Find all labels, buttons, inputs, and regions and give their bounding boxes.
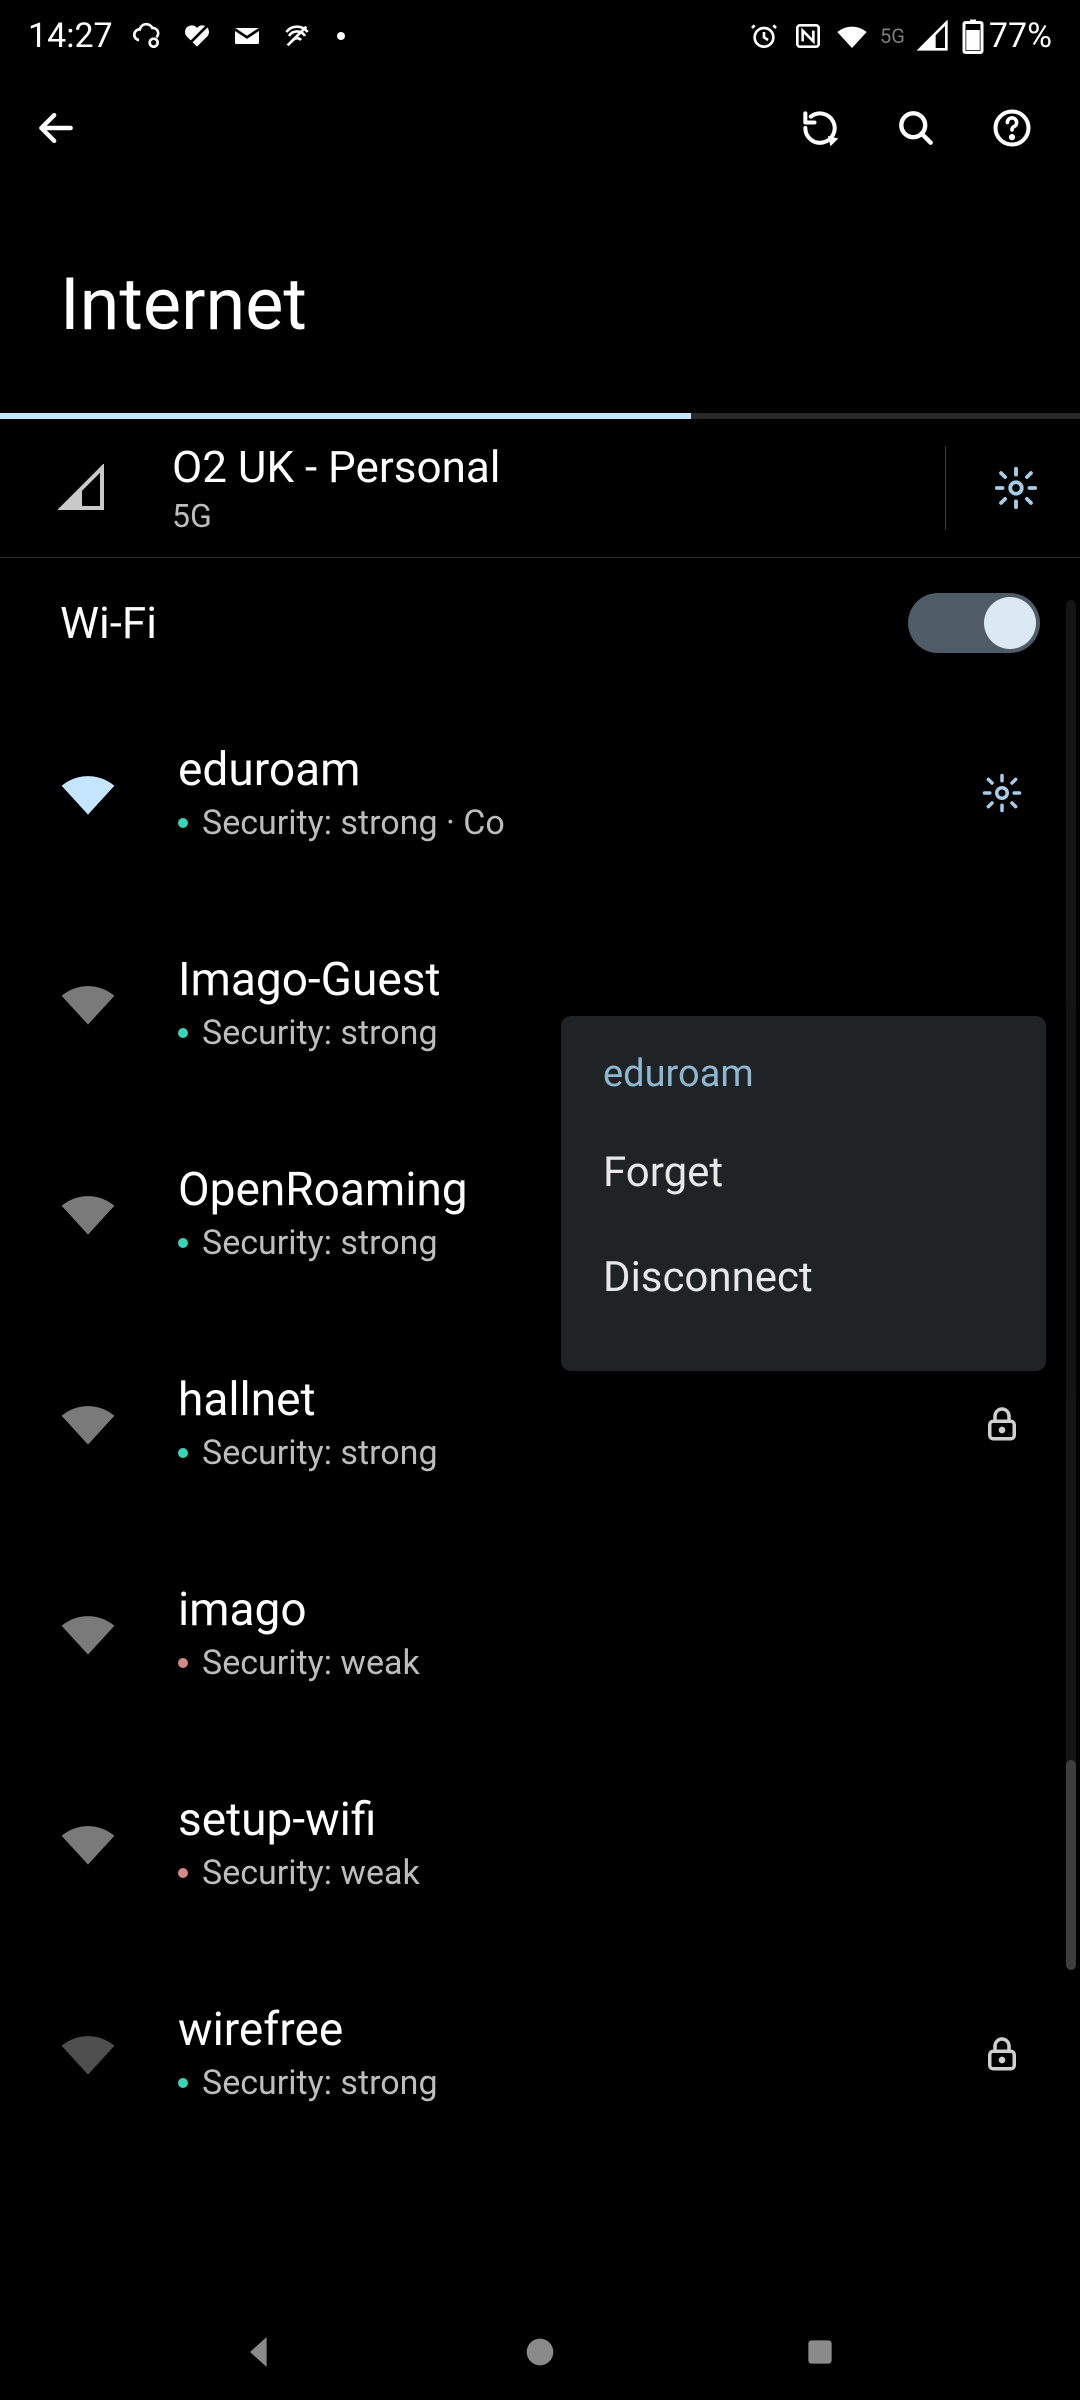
carrier-name: O2 UK - Personal [172,441,945,493]
carrier-subtype: 5G [172,497,945,535]
diagnose-button[interactable] [772,92,868,164]
lock-icon [968,2032,1036,2074]
mail-notification-icon [231,20,263,52]
network-subtitle: Security: strong [178,2063,968,2103]
wifi-signal-icon [52,1819,124,1867]
network-5g-label: 5G [880,24,905,48]
network-ssid: imago [178,1583,968,1637]
wifi-signal-icon [52,769,124,817]
heart-icon [181,20,213,52]
back-button[interactable] [20,92,92,164]
network-subtitle: Security: strong [178,1433,968,1473]
wifi-signal-icon [52,1189,124,1237]
lock-icon [968,1402,1036,1444]
network-subtitle: Security: weak [178,1853,968,1893]
battery-percent: 77% [989,16,1052,56]
wifi-signal-icon [52,1609,124,1657]
cell-signal-icon [917,20,949,52]
status-bar: 14:27 5G 77% [0,0,1080,72]
cloud-icon [131,20,163,52]
battery-indicator: 77% [961,16,1052,56]
search-button[interactable] [868,92,964,164]
network-row[interactable]: imago Security: weak [0,1528,1080,1738]
broadcast-icon [281,20,313,52]
network-ssid: wirefree [178,2003,968,2057]
status-left: 14:27 [28,16,345,56]
network-row[interactable]: eduroam Security: strong · Co [0,688,1080,898]
network-ssid: setup-wifi [178,1793,968,1847]
wifi-toggle[interactable] [908,593,1040,653]
network-settings-button[interactable] [968,759,1036,827]
clock-text: 14:27 [28,16,113,56]
carrier-settings-button[interactable] [982,454,1050,522]
network-subtitle: Security: weak [178,1643,968,1683]
page-title: Internet [0,184,1080,413]
network-subtitle: Security: strong · Co [178,803,968,843]
wifi-label: Wi-Fi [60,597,908,649]
network-ssid: hallnet [178,1373,968,1427]
alarm-icon [748,20,780,52]
help-button[interactable] [964,92,1060,164]
app-bar [0,72,1080,184]
nfc-icon [792,20,824,52]
more-notifications-dot [337,32,345,40]
nav-back-button[interactable] [236,2328,284,2376]
network-row[interactable]: setup-wifi Security: weak [0,1738,1080,1948]
network-ssid: Imago-Guest [178,953,968,1007]
context-menu-disconnect[interactable]: Disconnect [561,1225,1046,1330]
divider [945,446,946,530]
network-context-menu: eduroam Forget Disconnect [561,1016,1046,1371]
cell-signal-icon [52,464,112,512]
scrollbar-thumb[interactable] [1066,1760,1076,1970]
wifi-signal-icon [52,1399,124,1447]
status-right: 5G 77% [748,16,1052,56]
wifi-section-header: Wi-Fi [0,558,1080,688]
wifi-signal-icon [52,979,124,1027]
network-list: eduroam Security: strong · Co Imago-Gues… [0,688,1080,2158]
context-menu-forget[interactable]: Forget [561,1120,1046,1225]
context-menu-title: eduroam [561,1040,1046,1120]
nav-recent-button[interactable] [796,2328,844,2376]
carrier-row[interactable]: O2 UK - Personal 5G [0,419,1080,557]
network-row[interactable]: wirefree Security: strong [0,1948,1080,2158]
nav-home-button[interactable] [516,2328,564,2376]
network-ssid: eduroam [178,743,968,797]
system-nav-bar [0,2304,1080,2400]
wifi-signal-icon [52,2029,124,2077]
wifi-status-icon [836,20,868,52]
